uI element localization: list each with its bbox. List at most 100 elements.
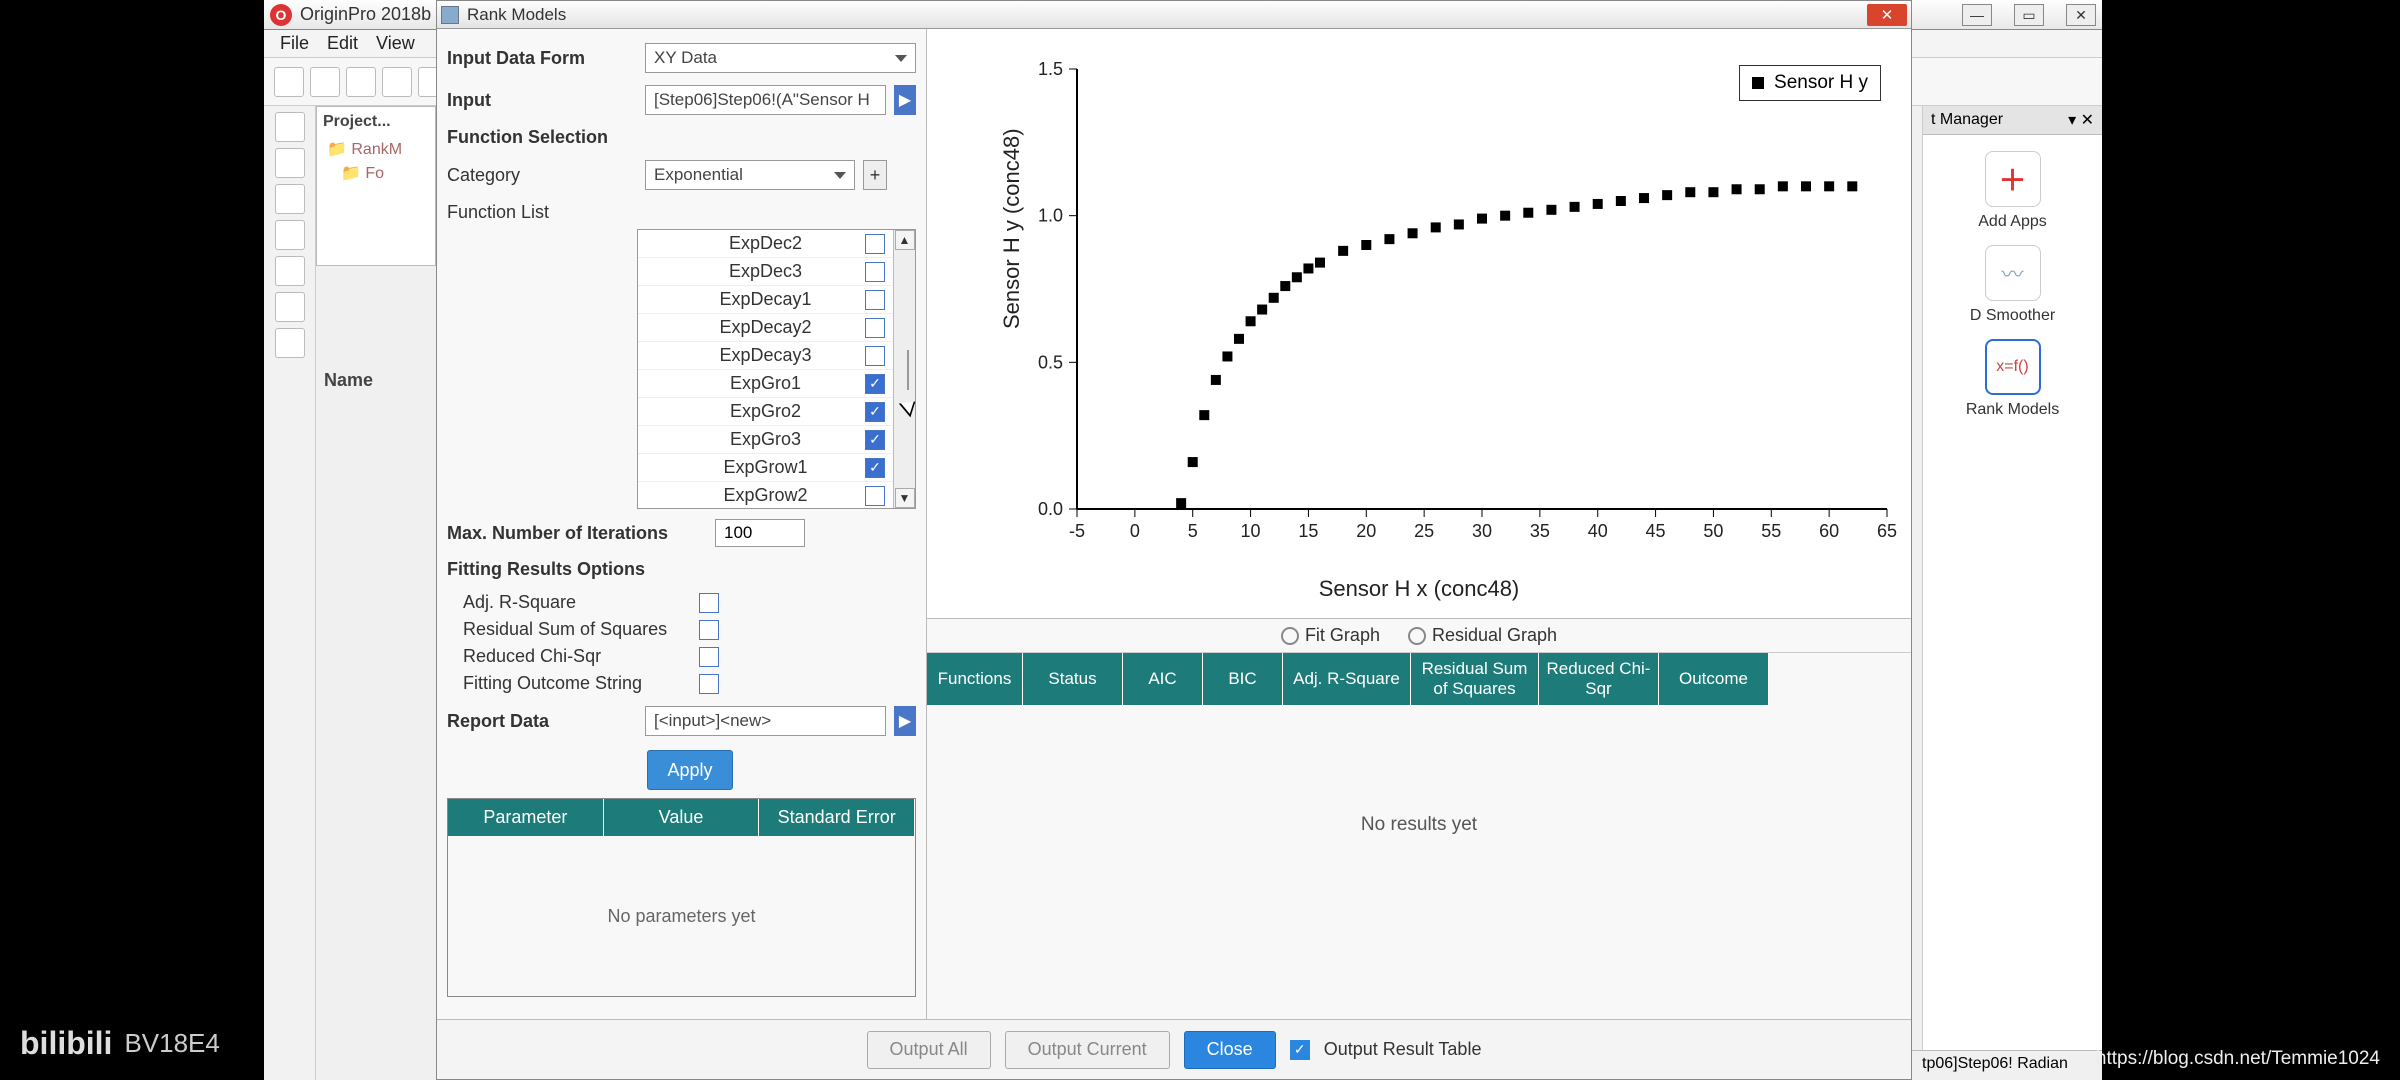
function-list[interactable]: ExpDec2ExpDec3ExpDecay1ExpDecay2ExpDecay… bbox=[637, 229, 916, 509]
function-checkbox[interactable] bbox=[865, 486, 885, 506]
option-checkbox[interactable] bbox=[699, 620, 719, 640]
function-item-expgro1[interactable]: ExpGro1 bbox=[638, 370, 893, 398]
function-checkbox[interactable] bbox=[865, 374, 885, 394]
maximize-button[interactable]: ▭ bbox=[2014, 4, 2044, 26]
category-combo[interactable]: Exponential bbox=[645, 160, 855, 190]
results-header: Functions bbox=[927, 653, 1023, 705]
function-checkbox[interactable] bbox=[865, 262, 885, 282]
add-apps-tile[interactable]: ＋ Add Apps bbox=[1963, 151, 2063, 231]
scatter-plot: -5051015202530354045505560650.00.51.01.5 bbox=[1037, 59, 1897, 569]
function-checkbox[interactable] bbox=[865, 290, 885, 310]
window-close-button[interactable]: ✕ bbox=[2066, 4, 2096, 26]
function-item-expgro3[interactable]: ExpGro3 bbox=[638, 426, 893, 454]
smoother-app-tile[interactable]: 〰 D Smoother bbox=[1963, 245, 2063, 325]
menu-file[interactable]: File bbox=[280, 33, 309, 54]
input-browse-button[interactable]: ▶ bbox=[894, 85, 916, 115]
pointer-tool-icon[interactable] bbox=[275, 112, 305, 142]
function-item-expdecay2[interactable]: ExpDecay2 bbox=[638, 314, 893, 342]
status-bar: tp06]Step06! Radian bbox=[1912, 1050, 2102, 1080]
function-checkbox[interactable] bbox=[865, 458, 885, 478]
preview-chart: Sensor H y Sensor H y (conc48) -50510152… bbox=[927, 29, 1911, 619]
category-add-button[interactable]: + bbox=[863, 160, 887, 190]
svg-text:50: 50 bbox=[1703, 521, 1723, 541]
report-data-field[interactable]: [<input>]<new> bbox=[645, 706, 886, 736]
smoother-icon: 〰 bbox=[2001, 257, 2023, 289]
app-title: OriginPro 2018b bbox=[300, 4, 431, 25]
input-field[interactable]: [Step06]Step06!(A"Sensor H bbox=[645, 85, 886, 115]
results-header: Outcome bbox=[1659, 653, 1769, 705]
output-result-checkbox[interactable]: ✓ bbox=[1290, 1040, 1310, 1060]
option-checkbox[interactable] bbox=[699, 674, 719, 694]
function-checkbox[interactable] bbox=[865, 318, 885, 338]
function-item-expgrow2[interactable]: ExpGrow2 bbox=[638, 482, 893, 508]
chevron-down-icon bbox=[895, 55, 907, 62]
option-label: Residual Sum of Squares bbox=[447, 619, 687, 640]
close-button[interactable]: Close bbox=[1184, 1031, 1276, 1069]
function-list-scrollbar[interactable]: ▲ ▼ bbox=[893, 230, 915, 508]
svg-text:0: 0 bbox=[1130, 521, 1140, 541]
input-data-form-combo[interactable]: XY Data bbox=[645, 43, 916, 73]
arrow-tool-icon[interactable] bbox=[275, 256, 305, 286]
pan-tool-icon[interactable] bbox=[275, 184, 305, 214]
residual-graph-radio[interactable]: Residual Graph bbox=[1408, 625, 1557, 646]
rank-models-dialog: Rank Models ✕ Input Data Form XY Data In… bbox=[436, 0, 1912, 1080]
rect-tool-icon[interactable] bbox=[275, 328, 305, 358]
scroll-down-icon[interactable]: ▼ bbox=[895, 488, 915, 508]
results-table: FunctionsStatusAICBICAdj. R-SquareResidu… bbox=[927, 653, 1911, 945]
input-data-form-label: Input Data Form bbox=[447, 48, 637, 69]
function-list-label: Function List bbox=[447, 202, 637, 223]
function-checkbox[interactable] bbox=[865, 402, 885, 422]
apply-button[interactable]: Apply bbox=[647, 750, 733, 790]
report-data-label: Report Data bbox=[447, 711, 637, 732]
menu-edit[interactable]: Edit bbox=[327, 33, 358, 54]
project-explorer[interactable]: Project... 📁 RankM 📁 Fo bbox=[316, 106, 436, 266]
svg-text:25: 25 bbox=[1414, 521, 1434, 541]
rank-models-app-tile[interactable]: x=f() Rank Models bbox=[1963, 339, 2063, 419]
project-header: Project... bbox=[323, 113, 429, 131]
function-checkbox[interactable] bbox=[865, 346, 885, 366]
function-item-expgro2[interactable]: ExpGro2 bbox=[638, 398, 893, 426]
plus-icon: ＋ bbox=[1998, 159, 2026, 199]
svg-text:0.0: 0.0 bbox=[1038, 499, 1063, 519]
output-all-button[interactable]: Output All bbox=[867, 1031, 991, 1069]
menu-view[interactable]: View bbox=[376, 33, 415, 54]
output-result-label: Output Result Table bbox=[1324, 1039, 1482, 1060]
line-tool-icon[interactable] bbox=[275, 292, 305, 322]
svg-text:0.5: 0.5 bbox=[1038, 352, 1063, 372]
output-current-button[interactable]: Output Current bbox=[1005, 1031, 1170, 1069]
function-item-expgrow1[interactable]: ExpGrow1 bbox=[638, 454, 893, 482]
project-folder[interactable]: 📁 Fo bbox=[337, 161, 429, 185]
new-project-icon[interactable] bbox=[274, 67, 304, 97]
max-iterations-label: Max. Number of Iterations bbox=[447, 523, 707, 544]
open-icon[interactable] bbox=[346, 67, 376, 97]
function-item-expdec3[interactable]: ExpDec3 bbox=[638, 258, 893, 286]
zoom-tool-icon[interactable] bbox=[275, 148, 305, 178]
parameter-table: Parameter Value Standard Error No parame… bbox=[447, 798, 916, 997]
report-data-browse-button[interactable]: ▶ bbox=[894, 706, 916, 736]
dialog-close-button[interactable]: ✕ bbox=[1867, 4, 1907, 26]
save-icon[interactable] bbox=[382, 67, 412, 97]
text-tool-icon[interactable] bbox=[275, 220, 305, 250]
fitting-results-options-label: Fitting Results Options bbox=[447, 559, 645, 580]
scroll-up-icon[interactable]: ▲ bbox=[895, 230, 915, 250]
function-item-expdecay1[interactable]: ExpDecay1 bbox=[638, 286, 893, 314]
function-checkbox[interactable] bbox=[865, 234, 885, 254]
minimize-button[interactable]: — bbox=[1962, 4, 1992, 26]
fit-graph-radio[interactable]: Fit Graph bbox=[1281, 625, 1380, 646]
chevron-down-icon bbox=[834, 172, 846, 179]
object-manager-header: t Manager▾ ✕ bbox=[1923, 106, 2102, 135]
project-root[interactable]: 📁 RankM bbox=[323, 137, 429, 161]
dialog-title: Rank Models bbox=[467, 5, 566, 25]
option-label: Fitting Outcome String bbox=[447, 673, 687, 694]
function-item-expdecay3[interactable]: ExpDecay3 bbox=[638, 342, 893, 370]
max-iterations-input[interactable] bbox=[715, 519, 805, 547]
function-selection-label: Function Selection bbox=[447, 127, 637, 148]
function-checkbox[interactable] bbox=[865, 430, 885, 450]
option-label: Reduced Chi-Sqr bbox=[447, 646, 687, 667]
option-checkbox[interactable] bbox=[699, 593, 719, 613]
new-folder-icon[interactable] bbox=[310, 67, 340, 97]
x-axis-label: Sensor H x (conc48) bbox=[927, 576, 1911, 602]
y-axis-label: Sensor H y (conc48) bbox=[999, 128, 1025, 329]
function-item-expdec2[interactable]: ExpDec2 bbox=[638, 230, 893, 258]
option-checkbox[interactable] bbox=[699, 647, 719, 667]
